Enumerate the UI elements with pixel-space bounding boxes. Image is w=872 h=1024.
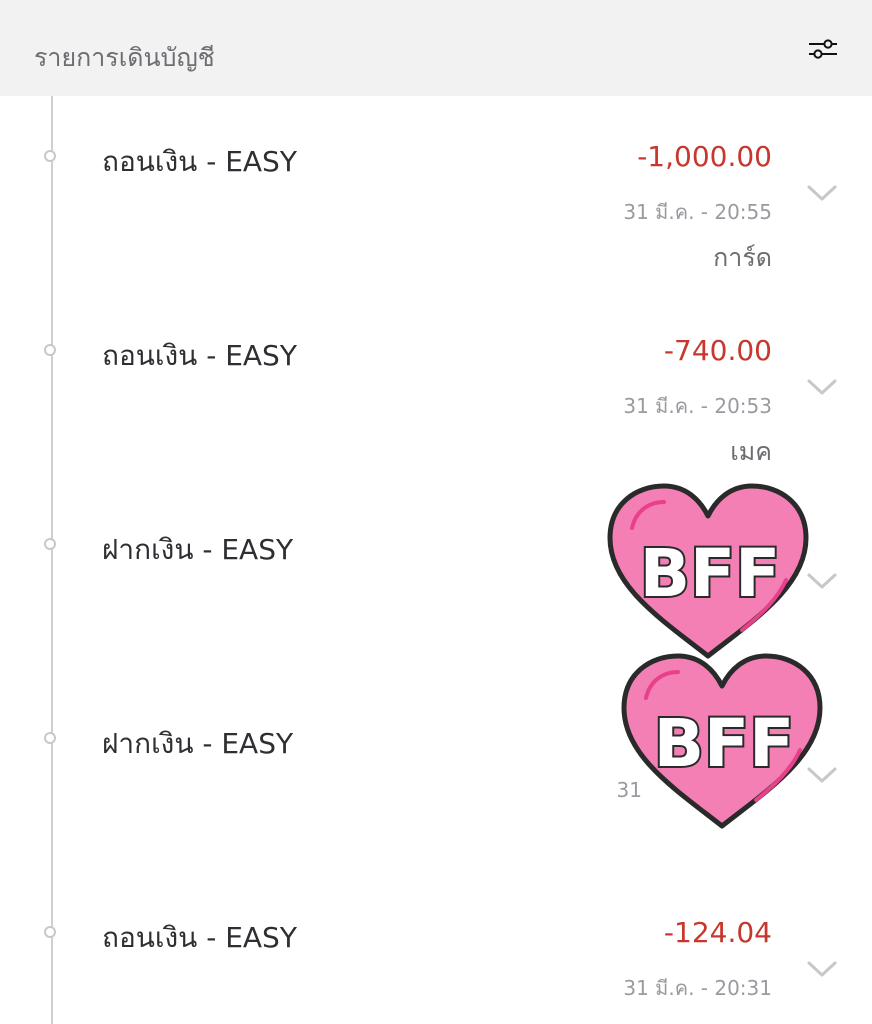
transaction-amount: -124.04 [663, 916, 772, 949]
timeline-dot [44, 926, 56, 938]
transaction-datetime: 31 มี.ค. - 20:55 [623, 200, 772, 224]
transaction-row[interactable]: ถอนเงิน - EASY -1,000.00 31 มี.ค. - 20:5… [0, 96, 872, 290]
sticker-text: BFF [640, 535, 780, 612]
transaction-title: ฝากเงิน - EASY [102, 727, 294, 760]
transaction-row[interactable]: ถอนเงิน - EASY -124.04 31 มี.ค. - 20:31 [0, 872, 872, 1024]
sticker-text: BFF [654, 705, 794, 782]
transaction-title: ถอนเงิน - EASY [102, 145, 297, 178]
transaction-datetime: 31 มี.ค. - 20:53 [623, 394, 772, 418]
chevron-down-icon[interactable] [806, 376, 838, 398]
timeline-dot [44, 538, 56, 550]
chevron-down-icon[interactable] [806, 958, 838, 980]
timeline-dot [44, 732, 56, 744]
transaction-title: ถอนเงิน - EASY [102, 339, 297, 372]
transaction-datetime: 31 มี.ค. - 20:31 [623, 976, 772, 1000]
timeline-dot [44, 344, 56, 356]
transaction-note: การ์ด [713, 243, 772, 272]
sliders-icon [809, 39, 837, 59]
transaction-title: ถอนเงิน - EASY [102, 921, 297, 954]
header-bar: รายการเดินบัญชี [0, 0, 872, 96]
transaction-amount: -1,000.00 [637, 140, 772, 173]
filter-button[interactable] [802, 30, 844, 68]
timeline-dot [44, 150, 56, 162]
page-title: รายการเดินบัญชี [34, 43, 215, 72]
chevron-down-icon[interactable] [806, 182, 838, 204]
transaction-amount: -740.00 [663, 334, 772, 367]
heart-sticker-icon: BFF [621, 653, 823, 829]
transaction-note: เมค [730, 437, 772, 466]
transaction-row[interactable]: ถอนเงิน - EASY -740.00 31 มี.ค. - 20:53 … [0, 290, 872, 484]
heart-sticker-icon: BFF [607, 483, 809, 659]
transaction-title: ฝากเงิน - EASY [102, 533, 294, 566]
